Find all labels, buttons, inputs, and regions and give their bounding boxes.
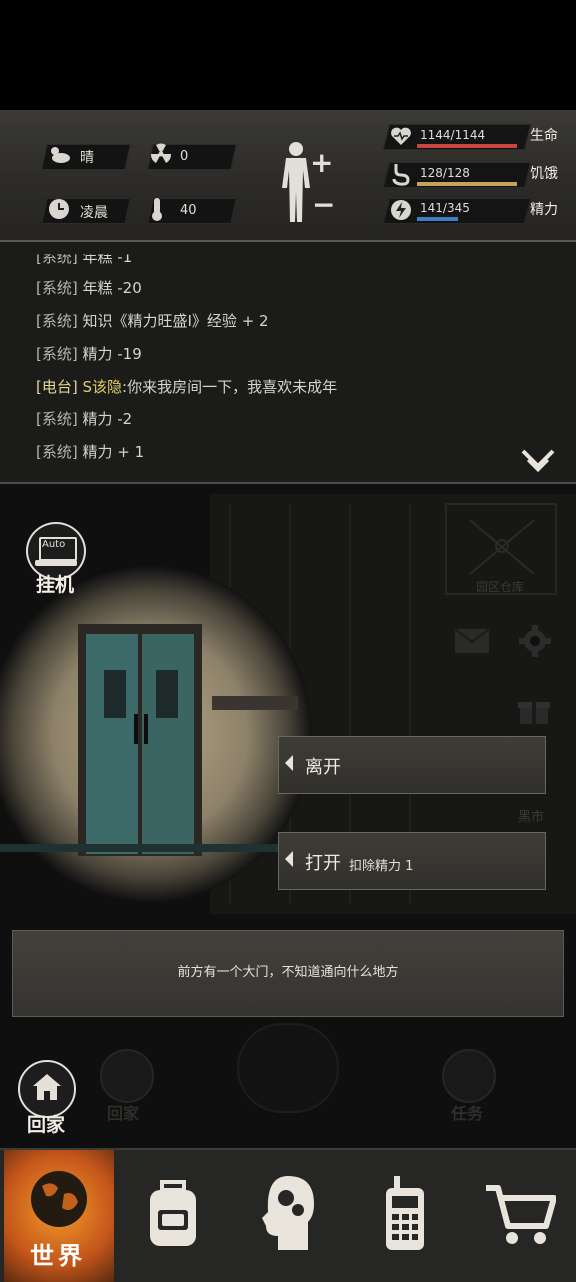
log-line: [系统] 知识《精力旺盛Ⅰ》经验 + 2 [36,310,269,331]
radiation-value: 0 [180,149,189,164]
nav-backpack-tab[interactable] [114,1150,224,1282]
log-tag: [系统] [36,410,78,428]
log-line: [系统] 年糕 -20 [36,277,142,298]
task-dim-label: 任务 [451,1104,484,1123]
leave-option-button[interactable]: 离开 [278,736,546,794]
scene-view: Auto 挂机 园区仓库 黑市 离开 打开 扣除精力 1 回家 任务 回家 [0,484,576,1149]
log-text: 精力 -19 [82,345,142,363]
shopping-cart-icon [486,1185,556,1244]
energy-label: 精力 [530,202,558,218]
auto-badge: Auto [42,539,66,550]
status-hud: 晴 0 凌晨 40 + − 1144/1144 生命 128/128 饥饿 14… [0,110,576,242]
time-label: 凌晨 [80,205,108,221]
hp-value: 1144/1144 [420,128,486,142]
log-line: [系统] 精力 -19 [36,343,142,364]
home-dim-label: 回家 [107,1104,140,1123]
log-tag: [系统] [36,345,78,363]
home-dim-icon [100,1049,154,1103]
clock-icon [46,196,72,222]
nav-world-label: 世界 [30,1242,86,1270]
nav-skills-tab[interactable] [232,1150,342,1282]
log-tag: [系统] [36,443,78,461]
house-icon [33,1074,61,1100]
cloud-sun-icon [46,142,72,168]
caret-left-icon [285,755,293,771]
hunger-label: 饥饿 [530,166,558,182]
walkie-talkie-icon [386,1176,424,1250]
log-line: [系统] 精力 + 1 [36,441,144,462]
open-option-cost: 扣除精力 1 [349,859,414,874]
log-line-radio: [电台] S该隐:你来我房间一下，我喜欢未成年 [36,376,337,397]
log-tag: [系统] [36,248,78,266]
globe-icon [31,1171,87,1227]
hp-label: 生命 [530,128,558,144]
nav-radio-tab[interactable] [350,1150,460,1282]
energy-icon [388,197,414,223]
home-label: 回家 [27,1114,66,1136]
body-minus-button[interactable]: − [312,188,335,221]
stomach-icon [388,161,414,187]
temperature-value: 40 [180,203,197,218]
body-plus-button[interactable]: + [310,146,333,179]
open-option-button[interactable]: 打开 扣除精力 1 [278,832,546,890]
scene-description-text: 前方有一个大门，不知道通向什么地方 [177,965,399,980]
double-chevron-down-icon[interactable] [520,446,556,476]
log-text: 精力 + 1 [82,443,145,461]
radiation-icon [148,141,174,167]
scene-description: 前方有一个大门，不知道通向什么地方 [12,930,564,1017]
hunger-value: 128/128 [420,166,470,180]
log-tag: [电台] [36,378,78,396]
log-line: [系统] 年糕 -1 [36,248,133,267]
weather-label: 晴 [80,150,94,166]
energy-value: 141/345 [420,201,470,215]
log-text: 年糕 -20 [82,279,142,297]
black-market-label[interactable]: 黑市 [518,806,544,825]
bottom-nav: 世界 [0,1148,576,1282]
leave-option-label: 离开 [305,757,341,778]
mail-icon[interactable] [454,628,490,654]
energy-bar-fill [417,217,458,221]
radio-sender-name[interactable]: S该隐 [83,378,123,396]
hunger-bar-fill [417,182,517,186]
log-text: 知识《精力旺盛Ⅰ》经验 + 2 [82,312,269,330]
message-log[interactable]: [系统] 年糕 -1 [系统] 年糕 -20 [系统] 知识《精力旺盛Ⅰ》经验 … [0,242,576,484]
log-line: [系统] 精力 -2 [36,408,132,429]
open-option-label: 打开 [305,853,341,874]
log-text: :你来我房间一下，我喜欢未成年 [122,378,338,396]
auto-idle-label: 挂机 [36,574,75,596]
log-tag: [系统] [36,312,78,330]
gear-icon[interactable] [518,624,552,658]
nav-world-tab[interactable]: 世界 [4,1150,114,1282]
gift-icon[interactable] [518,696,550,726]
hp-bar-fill [417,144,517,148]
caret-left-icon [285,851,293,867]
task-dim-icon [442,1049,496,1103]
warehouse-label[interactable]: 园区仓库 [476,578,524,595]
log-text: 精力 -2 [82,410,133,428]
log-text: 年糕 -1 [82,248,133,266]
heart-icon [388,123,414,149]
head-gears-icon [262,1176,314,1250]
log-tag: [系统] [36,279,78,297]
thermometer-icon [144,196,170,222]
backpack-icon [150,1180,196,1246]
nav-shop-tab[interactable] [462,1150,572,1282]
